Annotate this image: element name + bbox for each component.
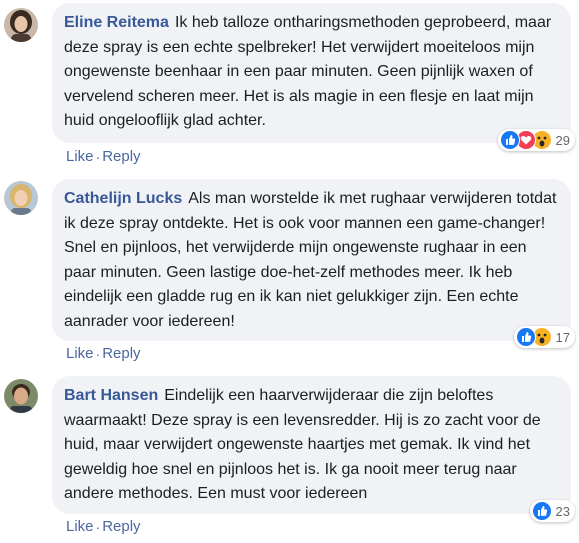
reply-link[interactable]: Reply bbox=[102, 518, 140, 535]
comment-bubble: Eline Reitema Ik heb talloze ontharingsme… bbox=[52, 3, 571, 143]
avatar-eline[interactable] bbox=[4, 8, 38, 42]
separator: · bbox=[95, 148, 101, 165]
like-link[interactable]: Like bbox=[66, 345, 94, 362]
comment-text: Als man worstelde ik met rughaar verwijd… bbox=[64, 190, 557, 330]
reaction-count: 23 bbox=[555, 503, 570, 519]
like-icon bbox=[499, 130, 520, 150]
separator: · bbox=[95, 518, 101, 535]
author-name[interactable]: Cathelijn Lucks bbox=[64, 190, 182, 207]
like-link[interactable]: Like bbox=[66, 148, 94, 165]
comment-text: Eindelijk een haarverwijderaar die zijn … bbox=[64, 387, 541, 502]
reaction-count: 17 bbox=[555, 329, 570, 345]
comment-body: Bart Hansen Eindelijk een haarverwijderaa… bbox=[64, 384, 559, 507]
reaction-summary[interactable]: 29 bbox=[497, 129, 575, 151]
avatar-cathelijn[interactable] bbox=[4, 181, 38, 215]
like-link[interactable]: Like bbox=[66, 518, 94, 535]
author-name[interactable]: Bart Hansen bbox=[64, 387, 158, 404]
reaction-summary[interactable]: 23 bbox=[529, 500, 575, 522]
reaction-count: 29 bbox=[555, 132, 570, 148]
comment-body: Cathelijn Lucks Als man worstelde ik met … bbox=[64, 187, 559, 334]
comment-bubble: Cathelijn Lucks Als man worstelde ik met … bbox=[52, 179, 571, 341]
comment-bubble: Bart Hansen Eindelijk een haarverwijderaa… bbox=[52, 376, 571, 514]
like-icon bbox=[531, 501, 552, 521]
comment-body: Eline Reitema Ik heb talloze ontharingsme… bbox=[64, 11, 559, 134]
comment-actions: Like · Reply bbox=[66, 148, 141, 165]
like-icon bbox=[515, 327, 536, 347]
author-name[interactable]: Eline Reitema bbox=[64, 14, 169, 31]
reply-link[interactable]: Reply bbox=[102, 148, 140, 165]
reaction-summary[interactable]: 17 bbox=[513, 326, 575, 348]
avatar-bart[interactable] bbox=[4, 379, 38, 413]
reply-link[interactable]: Reply bbox=[102, 345, 140, 362]
comment-actions: Like · Reply bbox=[66, 518, 141, 535]
comment-text: Ik heb talloze ontharingsmethoden geprob… bbox=[64, 14, 552, 129]
comment-actions: Like · Reply bbox=[66, 345, 141, 362]
separator: · bbox=[95, 345, 101, 362]
